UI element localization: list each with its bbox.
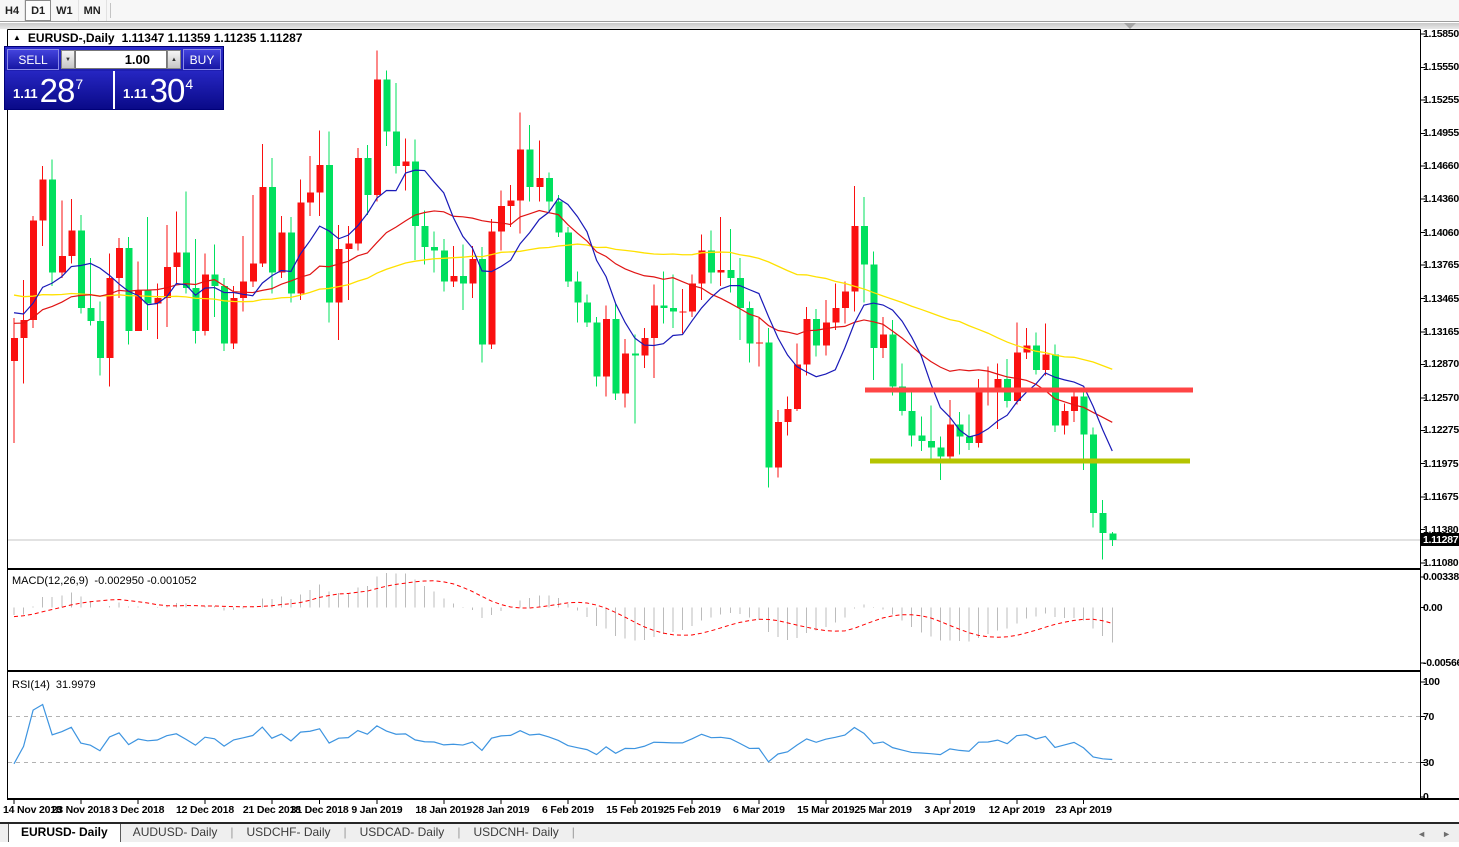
- macd-values: -0.002950 -0.001052: [94, 575, 196, 587]
- date-tick-label: 25 Mar 2019: [854, 804, 911, 816]
- rsi-name: RSI(14): [12, 679, 50, 691]
- tab-scroll-right-icon[interactable]: ►: [1442, 829, 1451, 839]
- price-tick-label: 1.15550: [1423, 61, 1459, 73]
- chart-tab-usdchf[interactable]: USDCHF- Daily: [235, 823, 343, 842]
- chart-scroll-strip[interactable]: [0, 23, 1459, 29]
- macd-name: MACD(12,26,9): [12, 575, 88, 587]
- tab-scroll-arrows: ◄ ►: [1417, 829, 1451, 839]
- date-tick-label: 9 Jan 2019: [351, 804, 402, 816]
- chart-tab-usdcnh[interactable]: USDCNH- Daily: [461, 823, 570, 842]
- price-tick-label: 1.13765: [1423, 259, 1459, 271]
- date-tick-label: 12 Apr 2019: [989, 804, 1045, 816]
- date-tick-label: 15 Feb 2019: [606, 804, 663, 816]
- lot-size-input[interactable]: [75, 50, 167, 69]
- price-tick-label: 1.12275: [1423, 424, 1459, 436]
- price-tick-label: 1.11080: [1423, 557, 1459, 569]
- chart-tab-eurusd[interactable]: EURUSD- Daily: [8, 822, 121, 842]
- date-tick-label: 12 Dec 2018: [176, 804, 234, 816]
- tab-separator: |: [571, 823, 576, 842]
- timeframe-toolbar: H4D1W1MN: [0, 0, 1459, 22]
- date-tick-label: 28 Jan 2019: [473, 804, 530, 816]
- price-tick-label: 1.11975: [1423, 458, 1459, 470]
- price-tick-label: 1.15255: [1423, 94, 1459, 106]
- date-tick-label: 31 Dec 2018: [291, 804, 349, 816]
- timeframe-button-w1[interactable]: W1: [51, 0, 79, 21]
- chart-canvas[interactable]: [0, 0, 1459, 842]
- chart-shift-marker-icon[interactable]: [1124, 23, 1136, 29]
- rsi-tick-label: 70: [1423, 711, 1459, 723]
- chart-tab-bar: EURUSD- DailyAUDUSD- Daily | USDCHF- Daily…: [0, 822, 1459, 842]
- metatrader-window: { "toolbar": { "buttons": [ {"label": "H…: [0, 0, 1459, 842]
- buy-price-prefix: 1.11: [123, 86, 148, 101]
- price-tick-label: 1.14060: [1423, 227, 1459, 239]
- sell-button[interactable]: SELL: [7, 49, 59, 70]
- date-tick-label: 3 Dec 2018: [112, 804, 164, 816]
- price-tick-label: 1.15850: [1423, 28, 1459, 40]
- rsi-value: 31.9979: [56, 679, 96, 691]
- chart-title: ▲ EURUSD-,Daily 1.11347 1.11359 1.11235 …: [13, 31, 302, 45]
- toolbar-separator: [110, 3, 111, 18]
- buy-button[interactable]: BUY: [183, 49, 221, 70]
- lot-decrease-button[interactable]: ▼: [61, 50, 75, 69]
- current-price-tag: 1.11287: [1421, 533, 1459, 546]
- macd-indicator-label: MACD(12,26,9) -0.002950 -0.001052: [12, 575, 197, 587]
- one-click-trading-panel: SELL ▼ ▲ BUY 1.11 28 7 1.11 30 4: [4, 46, 224, 110]
- sell-price-display[interactable]: 1.11 28 7: [5, 71, 113, 109]
- sell-price-sup: 7: [75, 76, 83, 92]
- date-tick-label: 25 Feb 2019: [663, 804, 720, 816]
- price-tick-label: 1.13465: [1423, 293, 1459, 305]
- date-tick-label: 15 Mar 2019: [797, 804, 854, 816]
- chart-symbol-period: EURUSD-,Daily: [28, 31, 115, 45]
- buy-price-sup: 4: [185, 76, 193, 92]
- timeframe-button-d1[interactable]: D1: [25, 0, 51, 21]
- price-tick-label: 1.12570: [1423, 392, 1459, 404]
- price-tick-label: 1.14360: [1423, 193, 1459, 205]
- price-tick-label: 1.14660: [1423, 160, 1459, 172]
- price-tick-label: 1.11675: [1423, 491, 1459, 503]
- quote-prices: 1.11 28 7 1.11 30 4: [5, 71, 223, 109]
- buy-price-display[interactable]: 1.11 30 4: [115, 71, 223, 109]
- collapse-trade-panel-icon[interactable]: ▲: [13, 34, 21, 42]
- date-tick-label: 6 Mar 2019: [733, 804, 785, 816]
- chart-tab-audusd[interactable]: AUDUSD- Daily: [121, 823, 230, 842]
- rsi-tick-label: 30: [1423, 757, 1459, 769]
- rsi-indicator-label: RSI(14) 31.9979: [12, 679, 96, 691]
- rsi-tick-label: 100: [1423, 676, 1459, 688]
- price-tick-label: 1.13165: [1423, 326, 1459, 338]
- date-tick-label: 18 Jan 2019: [415, 804, 472, 816]
- tab-scroll-left-icon[interactable]: ◄: [1417, 829, 1426, 839]
- lot-increase-button[interactable]: ▲: [167, 50, 181, 69]
- sell-price-big: 28: [40, 75, 75, 106]
- timeframe-button-h4[interactable]: H4: [0, 0, 25, 21]
- macd-tick-label: 0.003383: [1423, 571, 1459, 583]
- timeframe-button-mn[interactable]: MN: [79, 0, 107, 21]
- macd-tick-label: 0.00: [1423, 602, 1459, 614]
- rsi-tick-label: 0: [1423, 791, 1459, 803]
- chart-ohlc-quote: 1.11347 1.11359 1.11235 1.11287: [122, 31, 303, 45]
- date-tick-label: 3 Apr 2019: [925, 804, 976, 816]
- buy-price-big: 30: [150, 75, 185, 106]
- date-tick-label: 23 Nov 2018: [52, 804, 111, 816]
- chart-tab-usdcad[interactable]: USDCAD- Daily: [348, 823, 457, 842]
- date-tick-label: 6 Feb 2019: [542, 804, 594, 816]
- price-tick-label: 1.12870: [1423, 358, 1459, 370]
- macd-tick-label: -0.005663: [1423, 657, 1459, 669]
- price-tick-label: 1.14955: [1423, 127, 1459, 139]
- sell-price-prefix: 1.11: [13, 86, 38, 101]
- date-tick-label: 23 Apr 2019: [1055, 804, 1111, 816]
